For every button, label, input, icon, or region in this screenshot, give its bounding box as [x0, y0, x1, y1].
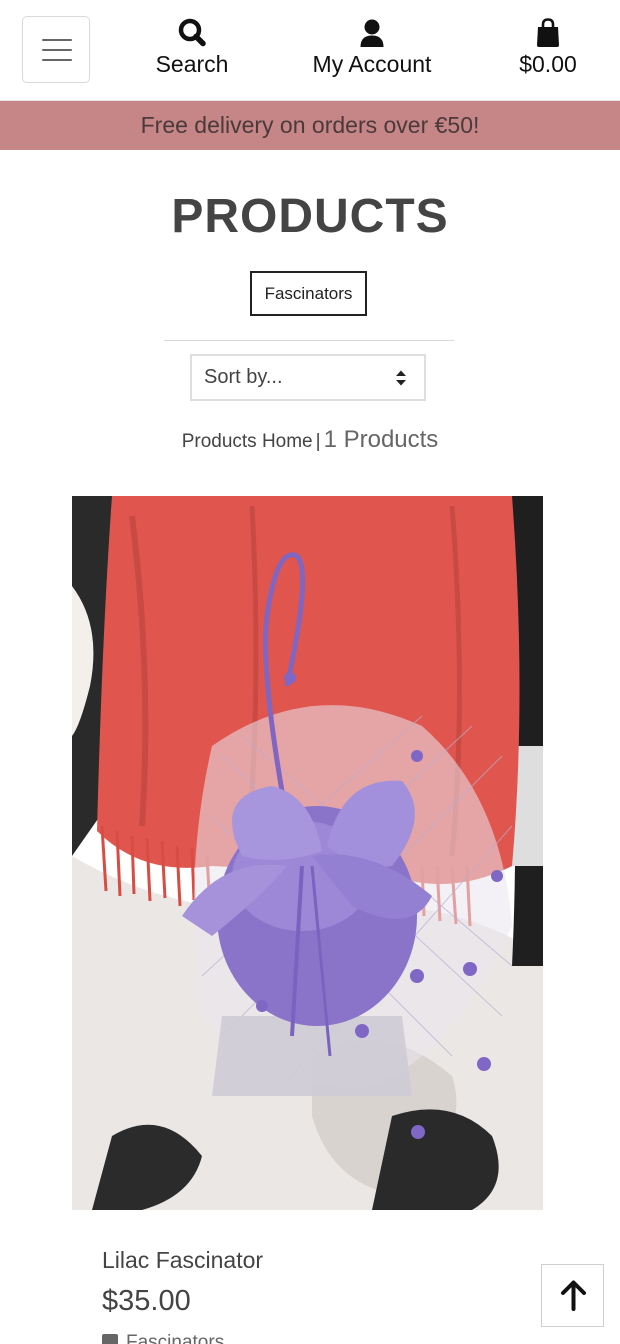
arrow-up-icon: [561, 1280, 586, 1311]
product-price: $35.00: [102, 1285, 191, 1317]
breadcrumb-separator: |: [315, 431, 321, 452]
menu-toggle-button[interactable]: [22, 16, 90, 83]
search-nav-link[interactable]: Search: [142, 16, 242, 78]
product-image[interactable]: [72, 496, 543, 1210]
menu-icon-bar: [42, 59, 72, 61]
account-label: My Account: [312, 51, 432, 77]
cart-nav-link[interactable]: $0.00: [506, 16, 590, 78]
back-to-top-button[interactable]: [541, 1264, 604, 1327]
delivery-banner: Free delivery on orders over €50!: [0, 101, 620, 150]
products-home-link[interactable]: Products Home: [182, 431, 313, 452]
menu-icon: [42, 39, 72, 41]
tag-icon: [102, 1334, 118, 1344]
page-title: PRODUCTS: [171, 190, 449, 243]
menu-icon-bar: [42, 49, 72, 51]
category-badge[interactable]: Fascinators: [250, 271, 367, 316]
select-arrows-icon: [396, 370, 406, 386]
sort-select[interactable]: Sort by...: [190, 354, 426, 401]
product-category-label: Fascinators: [126, 1332, 225, 1344]
cart-total: $0.00: [519, 51, 577, 77]
account-nav-link[interactable]: My Account: [302, 16, 442, 78]
shopping-bag-icon: [537, 18, 559, 47]
product-category-link[interactable]: Fascinators: [102, 1332, 224, 1344]
product-name[interactable]: Lilac Fascinator: [102, 1247, 263, 1274]
sort-select-value: Sort by...: [204, 366, 283, 388]
product-count: 1 Products: [323, 426, 439, 453]
divider: [164, 340, 454, 341]
fascinator-photo: [72, 496, 543, 1210]
search-icon: [178, 18, 206, 47]
top-navbar: Search My Account $0.00: [0, 0, 620, 101]
search-label: Search: [155, 51, 229, 77]
breadcrumb: Products Home | 1 Products: [0, 426, 620, 454]
user-icon: [360, 19, 384, 47]
